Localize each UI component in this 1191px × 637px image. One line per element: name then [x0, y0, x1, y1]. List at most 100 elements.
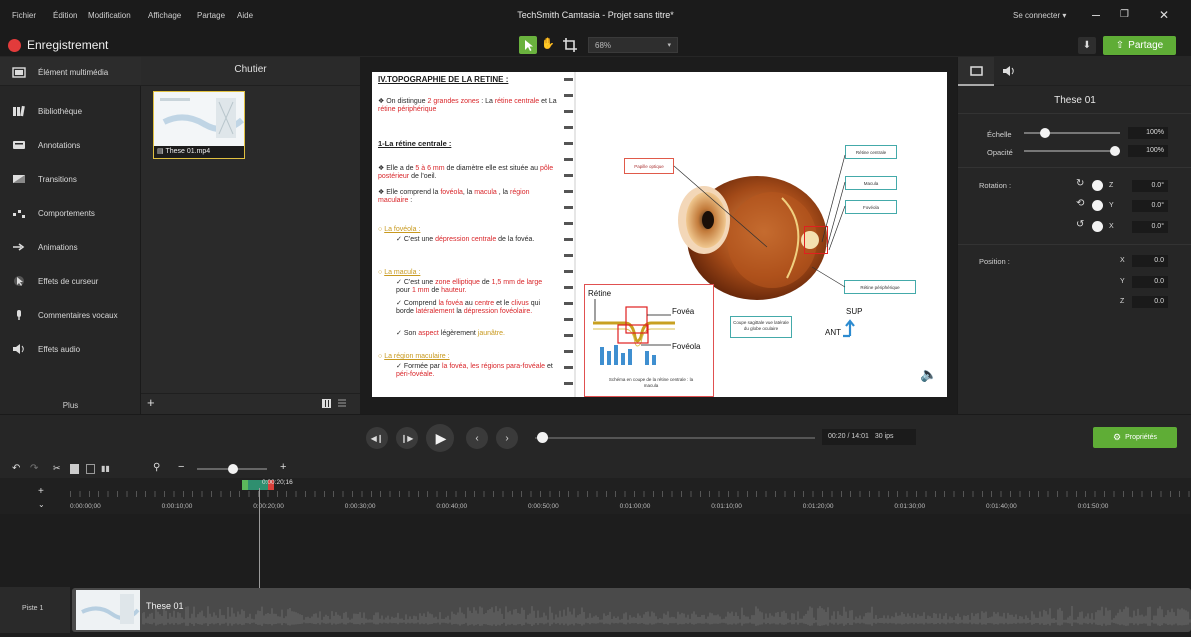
- sidebar-item-voice-narration[interactable]: Commentaires vocaux: [12, 306, 118, 324]
- rotation-y-value[interactable]: 0.0°: [1132, 200, 1168, 212]
- bin-title: Chutier: [141, 57, 360, 86]
- split-icon[interactable]: ▮▮: [101, 464, 110, 473]
- paste-icon[interactable]: [86, 464, 95, 474]
- collapse-tracks-icon[interactable]: ⌄: [38, 500, 45, 509]
- rotation-y-dial[interactable]: [1092, 200, 1103, 211]
- redo-icon[interactable]: ↷: [30, 463, 38, 474]
- play-button[interactable]: ▶: [426, 424, 454, 452]
- sidebar-item-transitions[interactable]: Transitions: [12, 170, 77, 188]
- rotation-z-dial[interactable]: [1092, 180, 1103, 191]
- rotation-y-axis: Y: [1109, 202, 1114, 209]
- playhead-start-marker[interactable]: [242, 480, 248, 490]
- media-bin: Chutier ▤ These 01.mp4 +: [141, 57, 360, 414]
- sidebar-item-behaviors[interactable]: Comportements: [12, 204, 95, 222]
- sidebar-item-animations[interactable]: Animations: [12, 238, 78, 256]
- sidebar-item-media[interactable]: Élément multimédia: [0, 57, 141, 86]
- sidebar-item-label: Transitions: [38, 174, 77, 184]
- microphone-icon: [12, 309, 26, 321]
- previous-marker-button[interactable]: ‹: [466, 427, 488, 449]
- record-button[interactable]: Enregistrement: [8, 36, 108, 54]
- scrub-knob[interactable]: [536, 432, 548, 443]
- scrub-track[interactable]: [535, 437, 815, 439]
- library-icon: [12, 105, 26, 117]
- minimize-icon[interactable]: [1092, 15, 1100, 16]
- sidebar-item-label: Comportements: [38, 208, 95, 218]
- add-media-button[interactable]: +: [147, 395, 155, 410]
- menu-aide[interactable]: Aide: [237, 11, 253, 20]
- ruler-tick-label: 0:01:10;00: [711, 503, 742, 510]
- tab-audio[interactable]: [1002, 65, 1016, 77]
- next-frame-button[interactable]: ❙▶: [396, 427, 418, 449]
- ruler-tick-label: 0:00:40;00: [436, 503, 468, 510]
- sidebar-item-library[interactable]: Bibliothèque: [12, 102, 82, 120]
- ruler-tick-label: 0:01:50;00: [1077, 503, 1109, 510]
- copy-icon[interactable]: [70, 464, 79, 474]
- undo-icon[interactable]: ↶: [12, 463, 20, 474]
- slide-paragraph-macula-2: ✓ Comprend la fovéa au centre et le cliv…: [396, 300, 541, 315]
- share-label: Partage: [1128, 40, 1164, 51]
- scale-slider[interactable]: [1024, 128, 1120, 138]
- step-back-icon: ◀❙: [370, 433, 384, 443]
- next-marker-button[interactable]: ›: [496, 427, 518, 449]
- rotation-z-value[interactable]: 0.0°: [1132, 180, 1168, 192]
- video-canvas[interactable]: IV.TOPOGRAPHIE DE LA RETINE : ❖ On disti…: [372, 72, 947, 397]
- ruler-tick-label: 0:01:30;00: [894, 503, 926, 510]
- download-icon[interactable]: ⬇: [1078, 37, 1096, 54]
- track-label: Piste 1: [22, 605, 44, 612]
- cursor-icon: [12, 275, 26, 287]
- menu-affichage[interactable]: Affichage: [148, 11, 181, 20]
- cut-icon[interactable]: ✂: [53, 463, 61, 474]
- scale-slider-knob[interactable]: [1040, 128, 1050, 138]
- rotation-x-dial[interactable]: [1092, 221, 1103, 232]
- grid-view-icon[interactable]: [322, 399, 331, 408]
- ruler-tick-label: 0:00:50;00: [528, 503, 559, 510]
- rotation-label: Rotation :: [979, 181, 1012, 190]
- label-foveola: Fovéola: [845, 200, 897, 214]
- rotation-x-value[interactable]: 0.0°: [1132, 221, 1168, 233]
- zoom-select[interactable]: 68% ▾: [588, 37, 678, 53]
- rotation-x-axis: X: [1109, 223, 1114, 230]
- crop-tool-icon[interactable]: [562, 37, 578, 53]
- track-header[interactable]: Piste 1: [0, 587, 70, 633]
- slide-paragraph-zones: ❖ On distingue 2 grandes zones : La réti…: [378, 98, 557, 113]
- diamond-bullet-icon: ❖: [378, 189, 387, 196]
- list-view-icon[interactable]: [337, 398, 347, 408]
- position-y-value[interactable]: 0.0: [1132, 276, 1168, 288]
- menu-partage[interactable]: Partage: [197, 11, 225, 20]
- timeline-ruler[interactable]: + ⌄ 0:00:00;00 0:00:10;00 0:00:20;00 0:00:3…: [0, 478, 1191, 514]
- zoom-out-icon[interactable]: −: [178, 461, 184, 473]
- scale-value[interactable]: 100%: [1128, 127, 1168, 139]
- sidebar-item-cursor-effects[interactable]: Effets de curseur: [12, 272, 98, 290]
- share-button[interactable]: ⇧ Partage: [1103, 36, 1176, 55]
- menu-modification[interactable]: Modification: [88, 11, 131, 20]
- zoom-in-icon[interactable]: +: [280, 461, 286, 473]
- sidebar-item-label: Bibliothèque: [38, 106, 83, 116]
- restore-icon[interactable]: ❐: [1120, 9, 1129, 20]
- orientation-arrows-icon: [843, 319, 855, 338]
- tools-sidebar: Élément multimédia Bibliothèque Annotati…: [0, 57, 141, 414]
- opacity-slider[interactable]: [1024, 146, 1120, 156]
- position-x-axis: X: [1120, 257, 1125, 264]
- pan-tool-icon[interactable]: ✋: [541, 37, 555, 50]
- timeline-clip[interactable]: These 01: [72, 588, 1191, 632]
- ruler-ticks: [70, 491, 1191, 497]
- select-tool-icon[interactable]: [519, 36, 537, 54]
- sidebar-item-annotations[interactable]: Annotations: [12, 136, 80, 154]
- opacity-value[interactable]: 100%: [1128, 145, 1168, 157]
- opacity-slider-knob[interactable]: [1110, 146, 1120, 156]
- previous-frame-button[interactable]: ◀❙: [366, 427, 388, 449]
- position-z-value[interactable]: 0.0: [1132, 296, 1168, 308]
- add-track-icon[interactable]: +: [38, 486, 44, 497]
- tab-visual[interactable]: [958, 57, 994, 86]
- properties-button[interactable]: ⚙ Propriétés: [1093, 427, 1177, 448]
- close-icon[interactable]: ✕: [1159, 8, 1169, 22]
- menu-fichier[interactable]: Fichier: [12, 11, 36, 20]
- media-thumbnail[interactable]: ▤ These 01.mp4: [153, 91, 245, 159]
- more-tools-button[interactable]: Plus: [0, 401, 141, 410]
- zoom-icon: ⚲: [153, 462, 161, 473]
- timeline-zoom-knob[interactable]: [228, 464, 238, 474]
- menu-edition[interactable]: Édition: [53, 11, 77, 20]
- position-x-value[interactable]: 0.0: [1132, 255, 1168, 267]
- sidebar-item-audio-effects[interactable]: Effets audio: [12, 340, 80, 358]
- sign-in-button[interactable]: Se connecter ▾: [1013, 11, 1066, 20]
